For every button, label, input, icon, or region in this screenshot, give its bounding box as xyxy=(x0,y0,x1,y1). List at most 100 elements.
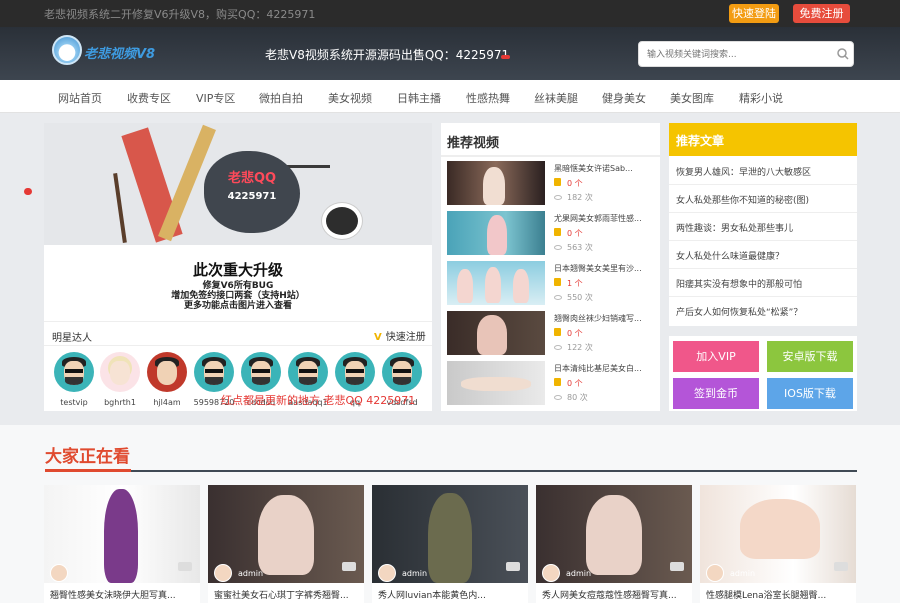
video-title[interactable]: 翘臀性感美女沫晓伊大胆写真... xyxy=(50,588,198,601)
update-dot xyxy=(501,55,510,59)
avatar[interactable] xyxy=(54,352,94,392)
video-card[interactable]: admin 秀人网美女痘蔻蔻性感翘臀写真... xyxy=(536,485,692,603)
video-card[interactable]: admin 秀人网luvian本能黄色内... xyxy=(372,485,528,603)
coin-icon xyxy=(554,228,561,236)
coin-icon xyxy=(554,328,561,336)
view-count: 563 次 xyxy=(554,242,593,253)
top-bar: 老悲视频系统二开修复V6升级V8，购买QQ：4225971 快速登陆 免费注册 xyxy=(0,0,900,27)
avatar[interactable] xyxy=(100,352,140,392)
video-thumbnail[interactable] xyxy=(372,485,528,583)
coin-count: 0 个 xyxy=(554,178,583,189)
join-vip-button[interactable]: 加入VIP xyxy=(673,341,759,372)
nav-item-gallery[interactable]: 美女图库 xyxy=(670,90,714,106)
video-thumbnail[interactable] xyxy=(447,261,545,305)
video-thumbnail[interactable] xyxy=(447,361,545,405)
video-list-item[interactable]: 日本翘臀美女美里有沙... 1 个 550 次 xyxy=(447,261,653,305)
uploader-name[interactable]: admin xyxy=(238,569,263,578)
nav-item-selfie[interactable]: 微拍自拍 xyxy=(259,90,303,106)
video-card[interactable]: 翘臀性感美女沫晓伊大胆写真... xyxy=(44,485,200,603)
avatar[interactable] xyxy=(147,352,187,392)
video-thumbnail[interactable] xyxy=(700,485,856,583)
video-title[interactable]: 尤果网美女郭雨菲性感... xyxy=(554,213,652,224)
eye-icon xyxy=(554,395,562,400)
avatar[interactable] xyxy=(288,352,328,392)
video-title[interactable]: 性感腿模Lena浴室长腿翘臀... xyxy=(706,588,854,601)
uploader-name[interactable]: admin xyxy=(730,569,755,578)
video-title[interactable]: 日本翘臀美女美里有沙... xyxy=(554,263,652,274)
video-title[interactable]: 翘臀肉丝袜少妇销魂写... xyxy=(554,313,652,324)
ios-download-button[interactable]: IOS版下载 xyxy=(767,378,853,409)
nav-item-home[interactable]: 网站首页 xyxy=(58,90,102,106)
article-link[interactable]: 阳痿其实没有想象中的那般可怕 xyxy=(676,277,852,290)
video-list-item[interactable]: 日本清纯比基尼美女白... 0 个 80 次 xyxy=(447,361,653,405)
video-title[interactable]: 秀人网美女痘蔻蔻性感翘臀写真... xyxy=(542,588,690,601)
video-camera-icon xyxy=(834,562,848,571)
divider xyxy=(669,184,857,185)
avatar[interactable] xyxy=(706,564,724,582)
article-link[interactable]: 女人私处那些你不知道的秘密(图) xyxy=(676,193,852,206)
qq-number: 4225971 xyxy=(227,191,277,202)
video-camera-icon xyxy=(342,562,356,571)
nav-item-novels[interactable]: 精彩小说 xyxy=(739,90,783,106)
video-list-item[interactable]: 黑暗惬美女许诺Sab... 0 个 182 次 xyxy=(447,161,653,205)
nav-item-dance[interactable]: 性感热舞 xyxy=(466,90,510,106)
uploader-name[interactable]: admin xyxy=(566,569,591,578)
video-list-item[interactable]: 翘臀肉丝袜少妇销魂写... 0 个 122 次 xyxy=(447,311,653,355)
article-link[interactable]: 恢复男人雄风：早泄的八大敏感区 xyxy=(676,165,852,178)
video-list-item[interactable]: 尤果网美女郭雨菲性感... 0 个 563 次 xyxy=(447,211,653,255)
video-thumbnail[interactable] xyxy=(447,311,545,355)
action-panel: 加入VIP 安卓版下载 签到金币 IOS版下载 xyxy=(669,336,857,411)
logo-icon[interactable] xyxy=(52,35,82,65)
divider xyxy=(44,345,432,346)
username[interactable]: bghrth1 xyxy=(94,398,146,407)
uploader-name[interactable]: admin xyxy=(402,569,427,578)
nav-item-vip[interactable]: VIP专区 xyxy=(196,90,235,106)
video-thumbnail[interactable] xyxy=(44,485,200,583)
video-thumbnail[interactable] xyxy=(536,485,692,583)
search-icon[interactable] xyxy=(835,46,851,62)
avatar[interactable] xyxy=(382,352,422,392)
divider xyxy=(669,212,857,213)
video-title[interactable]: 日本清纯比基尼美女白... xyxy=(554,363,652,374)
recommended-title: 推荐视频 xyxy=(447,136,500,151)
nav-item-fitness[interactable]: 健身美女 xyxy=(602,90,646,106)
nav-item-paid[interactable]: 收费专区 xyxy=(127,90,171,106)
video-thumbnail[interactable] xyxy=(447,211,545,255)
free-register-button[interactable]: 免费注册 xyxy=(793,4,850,23)
video-card[interactable]: admin 性感腿模Lena浴室长腿翘臀... xyxy=(700,485,856,603)
avatar[interactable] xyxy=(542,564,560,582)
banner-line: 更多功能点击图片进入查看 xyxy=(183,301,292,311)
video-camera-icon xyxy=(178,562,192,571)
username[interactable]: testvip xyxy=(48,398,100,407)
main-nav: 网站首页 收费专区 VIP专区 微拍自拍 美女视频 日韩主播 性感热舞 丝袜美腿… xyxy=(0,80,900,113)
video-title[interactable]: 蜜蜜社美女石心琪丁字裤秀翘臀... xyxy=(214,588,362,601)
nav-item-anchor[interactable]: 日韩主播 xyxy=(397,90,441,106)
video-title[interactable]: 秀人网luvian本能黄色内... xyxy=(378,588,526,601)
quick-register-link[interactable]: V 快速注册 xyxy=(374,328,426,343)
video-card[interactable]: admin 蜜蜜社美女石心琪丁字裤秀翘臀... xyxy=(208,485,364,603)
article-link[interactable]: 两性趣谈：男女私处那些事儿 xyxy=(676,221,852,234)
logo-text[interactable]: 老悲视频V8 xyxy=(84,43,155,62)
nav-item-beauty-video[interactable]: 美女视频 xyxy=(328,90,372,106)
article-link[interactable]: 女人私处什么味道最健康？ xyxy=(676,249,852,262)
section-divider xyxy=(45,470,857,472)
avatar[interactable] xyxy=(378,564,396,582)
video-title[interactable]: 黑暗惬美女许诺Sab... xyxy=(554,163,652,174)
avatar[interactable] xyxy=(50,564,68,582)
article-link[interactable]: 产后女人如何恢复私处“松紧”？ xyxy=(676,305,852,318)
quick-login-button[interactable]: 快速登陆 xyxy=(729,4,779,23)
android-download-button[interactable]: 安卓版下载 xyxy=(767,341,853,372)
search-input[interactable] xyxy=(647,47,827,63)
avatar[interactable] xyxy=(335,352,375,392)
nav-item-stockings[interactable]: 丝袜美腿 xyxy=(534,90,578,106)
username[interactable]: hjl4am xyxy=(141,398,193,407)
video-thumbnail[interactable] xyxy=(447,161,545,205)
promo-banner[interactable]: 老悲QQ 4225971 此次重大升级 修复V6所有BUG 增加免签约接口两套（… xyxy=(44,123,432,343)
qq-title: 老悲QQ xyxy=(227,171,277,186)
avatar[interactable] xyxy=(214,564,232,582)
avatar[interactable] xyxy=(241,352,281,392)
eye-icon xyxy=(554,295,562,300)
signin-coins-button[interactable]: 签到金币 xyxy=(673,378,759,409)
avatar[interactable] xyxy=(194,352,234,392)
video-thumbnail[interactable] xyxy=(208,485,364,583)
